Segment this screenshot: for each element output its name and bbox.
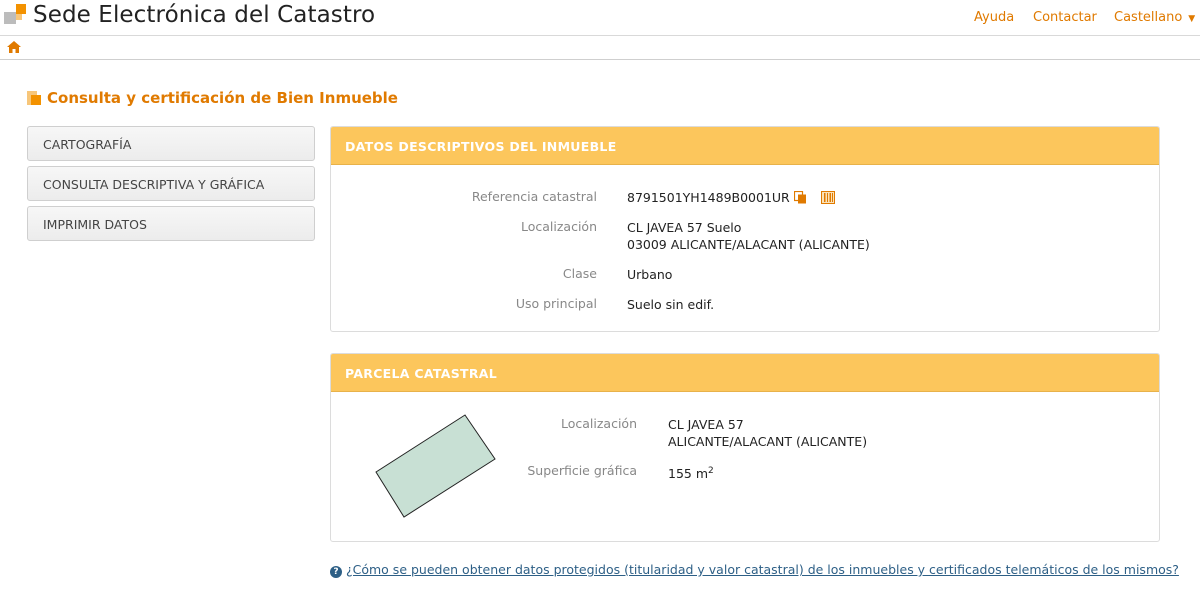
barcode-icon[interactable] — [820, 191, 835, 204]
descriptive-data-heading: DATOS DESCRIPTIVOS DEL INMUEBLE — [331, 127, 1159, 165]
clase-label: Clase — [562, 266, 597, 281]
page-title-text: Consulta y certificación de Bien Inmuebl… — [47, 89, 398, 107]
parcel-panel: PARCELA CATASTRAL Localización CL JAVEA … — [330, 353, 1160, 542]
superficie-value-wrap: 155 m2 — [668, 463, 714, 482]
catastro-logo-icon[interactable] — [4, 4, 26, 26]
superficie-label: Superficie gráfica — [527, 463, 637, 478]
localizacion-line2: 03009 ALICANTE/ALACANT (ALICANTE) — [627, 237, 870, 252]
superficie-value: 155 m — [668, 466, 709, 482]
home-icon[interactable] — [7, 41, 21, 53]
referencia-value: 8791501YH1489B0001UR — [627, 190, 790, 205]
parcel-localizacion-label: Localización — [560, 416, 637, 431]
protected-data-help: ? ¿Cómo se pueden obtener datos protegido… — [330, 562, 1179, 578]
localizacion-label: Localización — [520, 219, 597, 234]
copy-icon[interactable] — [793, 191, 807, 204]
square-bullet-icon — [27, 91, 41, 105]
parcel-localizacion-line1: CL JAVEA 57 — [668, 417, 744, 432]
sidebar-item-cartografia[interactable]: CARTOGRAFÍA — [27, 126, 315, 161]
uso-value: Suelo sin edif. — [627, 297, 715, 312]
descriptive-data-panel: DATOS DESCRIPTIVOS DEL INMUEBLE Referenc… — [330, 126, 1160, 332]
parcel-shape[interactable] — [371, 410, 501, 522]
site-title[interactable]: Sede Electrónica del Catastro — [33, 2, 375, 28]
referencia-value-wrap: 8791501YH1489B0001UR — [627, 189, 835, 206]
sidebar: CARTOGRAFÍA CONSULTA DESCRIPTIVA Y GRÁFI… — [27, 126, 315, 246]
parcel-localizacion-value: CL JAVEA 57 ALICANTE/ALACANT (ALICANTE) — [668, 416, 867, 450]
sidebar-item-imprimir-datos[interactable]: IMPRIMIR DATOS — [27, 206, 315, 241]
parcel-heading: PARCELA CATASTRAL — [331, 354, 1159, 392]
help-link[interactable]: Ayuda — [974, 10, 1014, 25]
sidebar-item-consulta-descriptiva[interactable]: CONSULTA DESCRIPTIVA Y GRÁFICA — [27, 166, 315, 201]
localizacion-value: CL JAVEA 57 Suelo 03009 ALICANTE/ALACANT… — [627, 219, 870, 253]
language-label: Castellano — [1114, 10, 1183, 25]
clase-value: Urbano — [627, 267, 673, 282]
caret-down-icon: ▼ — [1188, 14, 1196, 24]
top-bar: Sede Electrónica del Catastro Ayuda Cont… — [0, 0, 1200, 36]
language-selector[interactable]: Castellano ▼ — [1114, 10, 1195, 25]
question-circle-icon: ? — [330, 566, 342, 578]
uso-label: Uso principal — [515, 296, 597, 311]
superficie-unit-exponent: 2 — [708, 466, 714, 476]
parcel-localizacion-line2: ALICANTE/ALACANT (ALICANTE) — [668, 434, 868, 449]
localizacion-line1: CL JAVEA 57 Suelo — [627, 220, 742, 235]
breadcrumb — [0, 36, 1200, 60]
protected-data-help-link[interactable]: ¿Cómo se pueden obtener datos protegidos… — [346, 562, 1179, 577]
referencia-label: Referencia catastral — [471, 189, 597, 204]
contact-link[interactable]: Contactar — [1033, 10, 1097, 25]
